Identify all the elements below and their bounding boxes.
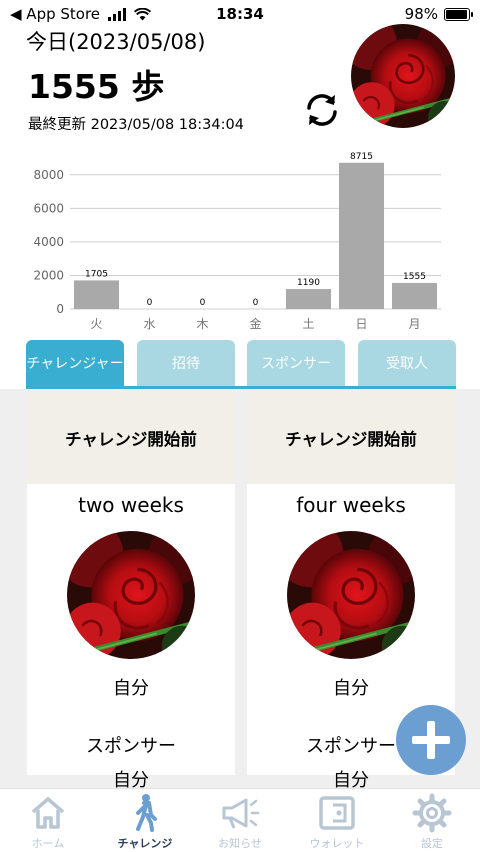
bar-value-label: 0 [147,298,153,308]
nav-home[interactable]: ホーム [8,793,88,852]
add-challenge-button[interactable] [396,705,466,775]
y-tick-label: 8000 [33,168,64,182]
challenge-status: チャレンジ開始前 [247,392,455,484]
nav-home-label: ホーム [31,837,65,850]
tab-challenger[interactable]: チャレンジャー [26,340,124,386]
nav-challenge[interactable]: チャレンジ [105,793,185,852]
bar-value-label: 1190 [297,278,320,288]
x-tick-label: 土 [302,317,314,331]
x-tick-label: 水 [143,317,155,331]
challenge-photo [287,531,415,659]
profile-photo[interactable] [351,24,455,128]
tab-recipient[interactable]: 受取人 [358,340,456,386]
gear-icon [412,793,452,833]
bottom-navigation: ホーム チャレンジ お知らせ ウォレット 設定 [0,788,480,852]
x-tick-label: 木 [196,317,208,331]
rose-image [287,531,415,659]
y-tick-label: 0 [56,302,64,316]
chart-bar [338,162,385,309]
battery-status: 98% [404,5,473,23]
tab-invite[interactable]: 招待 [137,340,235,386]
nav-settings-label: 設定 [421,837,443,850]
y-tick-label: 4000 [33,235,64,249]
home-icon [31,797,65,829]
bar-value-label: 1555 [403,272,426,282]
tab-sponsor[interactable]: スポンサー [247,340,345,386]
nav-settings[interactable]: 設定 [392,793,472,852]
challenge-duration: four weeks [296,493,406,517]
rose-image [351,24,455,128]
challenge-owner: 自分 [113,678,149,699]
bar-value-label: 0 [200,298,206,308]
nav-notifications-label: お知らせ [218,837,262,850]
sponsor-label: スポンサー [86,736,176,757]
walking-person-icon [136,794,157,832]
weekly-steps-chart: 0 2000 4000 6000 8000 1705 火 0 水 0 木 0 金 1190 土 8715 日 15… [33,152,441,331]
battery-icon [444,7,473,21]
nav-challenge-label: チャレンジ [117,837,173,850]
today-date-label: 今日(2023/05/08) [26,30,206,54]
x-tick-label: 日 [355,317,367,331]
x-tick-label: 月 [408,317,420,331]
plus-icon[interactable] [396,705,466,775]
bar-value-label: 1705 [85,269,108,279]
challenge-photo [67,531,195,659]
challenge-duration: two weeks [78,493,184,517]
x-tick-label: 金 [249,316,261,331]
chart-bar [391,282,438,309]
nav-wallet-label: ウォレット [309,837,365,850]
wallet-icon [319,796,355,830]
bar-value-label: 0 [253,298,259,308]
bar-value-label: 8715 [350,152,373,162]
challenge-card[interactable]: チャレンジ開始前 two weeks 自分 スポンサー 自分 [27,392,235,791]
sync-icon[interactable] [300,88,344,132]
rose-image [67,531,195,659]
chart-bar [73,280,120,309]
challenge-owner: 自分 [333,678,369,699]
nav-wallet[interactable]: ウォレット [297,793,377,852]
nav-notifications[interactable]: お知らせ [200,793,280,852]
step-count: 1555 歩 [28,67,165,106]
challenge-status: チャレンジ開始前 [27,392,235,484]
last-updated-label: 最終更新 2023/05/08 18:34:04 [28,117,244,133]
y-tick-label: 2000 [33,268,64,282]
x-tick-label: 火 [90,317,102,331]
challenge-tabs: チャレンジャー 招待 スポンサー 受取人 [26,340,456,389]
megaphone-icon [222,798,260,829]
battery-percent: 98% [404,5,438,23]
chart-bar [285,289,332,309]
y-tick-label: 6000 [33,201,64,215]
